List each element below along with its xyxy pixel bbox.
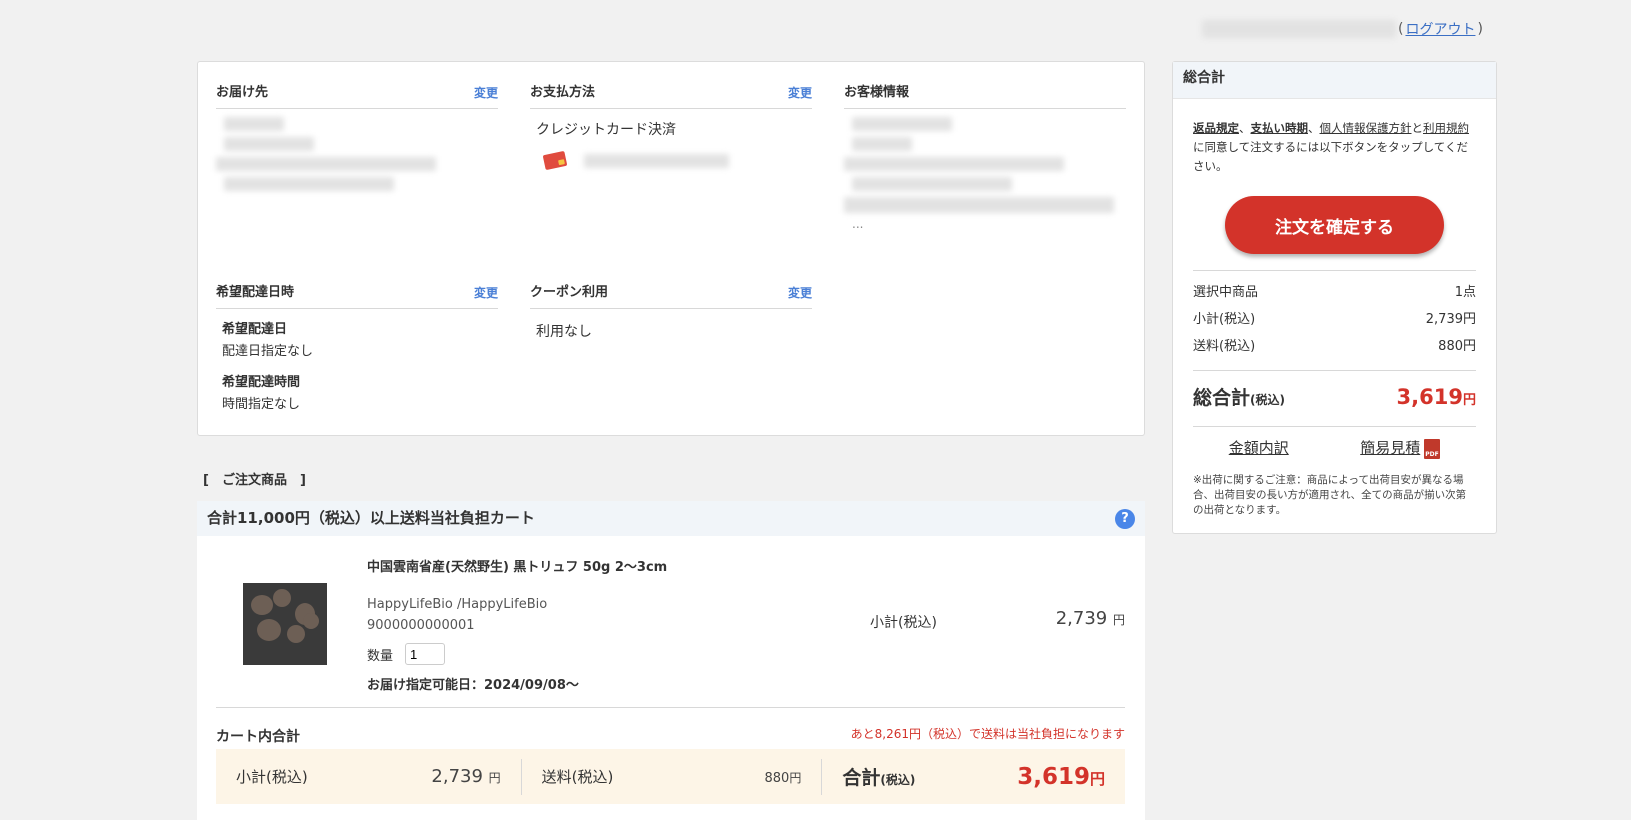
payment-method: クレジットカード決済 xyxy=(536,122,676,138)
product-subtotal-value: 2,739 円 xyxy=(1055,608,1125,629)
cart-shipping-value: 880円 xyxy=(764,771,802,786)
separator: 、 xyxy=(1239,121,1251,135)
cart-grand-total-label: 合計(税込) xyxy=(842,767,916,789)
card-number-redacted xyxy=(584,153,729,168)
delivery-date-value: 配達日指定なし xyxy=(222,344,314,359)
separator: 、 xyxy=(1308,121,1320,135)
privacy-policy-link[interactable]: 個人情報保護方針 xyxy=(1320,121,1412,135)
user-name-redacted xyxy=(1202,20,1396,38)
paren-close: ) xyxy=(1477,21,1483,37)
summary-row-subtotal: 小計(税込) 2,739円 xyxy=(1193,306,1476,333)
change-coupon-link[interactable]: 変更 xyxy=(788,278,812,308)
price-breakdown-link[interactable]: 金額内訳 xyxy=(1229,437,1289,459)
row-value: 2,739円 xyxy=(1425,312,1476,327)
grand-total: 総合計(税込) 3,619円 xyxy=(1193,370,1476,427)
payment-section: お支払方法 変更 クレジットカード決済 xyxy=(530,78,812,178)
delivery-available-date: お届け指定可能日：2024/09/08〜 xyxy=(367,678,579,693)
quantity-input[interactable] xyxy=(405,643,446,665)
row-label: 小計(税込) xyxy=(1193,312,1256,327)
cart-shipping: 送料(税込) 880円 xyxy=(522,766,822,787)
change-delivery-time-link[interactable]: 変更 xyxy=(474,278,498,308)
customer-info-section: お客様情報 ... xyxy=(844,78,1126,239)
payment-timing-link[interactable]: 支払い時期 xyxy=(1251,121,1309,135)
cart-body: 中国雲南省産(天然野生) 黒トリュフ 50g 2〜3cm HappyLifeBi… xyxy=(197,536,1145,820)
quick-estimate-link[interactable]: 簡易見積 xyxy=(1360,437,1441,459)
separator: と xyxy=(1411,121,1424,135)
cart-grand-total-value: 3,619円 xyxy=(1017,764,1106,790)
pdf-icon xyxy=(1424,438,1441,459)
summary-title: 総合計 xyxy=(1173,62,1496,99)
row-value: 1点 xyxy=(1454,285,1476,300)
change-delivery-address-link[interactable]: 変更 xyxy=(474,78,498,108)
agreement-rest: に同意して注文するには以下ボタンをタップしてください。 xyxy=(1193,140,1468,173)
row-label: 送料(税込) xyxy=(1193,339,1256,354)
help-icon[interactable]: ? xyxy=(1115,509,1135,529)
order-info-panel: お届け先 変更 お支払方法 変更 クレジットカード決済 お客様情報 ... 希望… xyxy=(197,61,1145,436)
cart-header: 合計11,000円（税込）以上送料当社負担カート ? xyxy=(197,501,1145,536)
shipping-notice: ※出荷に関するご注意：商品によって出荷目安が異なる場合、出荷目安の長い方が適用さ… xyxy=(1193,473,1467,516)
cart-subtotal: 小計(税込) 2,739 円 xyxy=(216,766,521,787)
address-redacted xyxy=(216,109,498,219)
delivery-time-value: 時間指定なし xyxy=(222,397,301,412)
summary-row-shipping: 送料(税込) 880円 xyxy=(1193,333,1476,360)
grand-total-label: 総合計(税込) xyxy=(1193,387,1285,409)
product-image[interactable] xyxy=(243,583,327,665)
order-summary-panel: 総合計 返品規定、支払い時期、個人情報保護方針と利用規約に同意して注文するには以… xyxy=(1172,61,1497,534)
section-title: お届け先 xyxy=(216,85,269,100)
user-bar: ( ログアウト ) xyxy=(1202,19,1485,39)
coupon-section: クーポン利用 変更 利用なし xyxy=(530,278,812,351)
agreement-text: 返品規定、支払い時期、個人情報保護方針と利用規約に同意して注文するには以下ボタン… xyxy=(1193,119,1476,176)
confirm-order-button[interactable]: 注文を確定する xyxy=(1225,196,1444,254)
summary-rows: 選択中商品 1点 小計(税込) 2,739円 送料(税込) 880円 xyxy=(1193,270,1476,360)
return-policy-link[interactable]: 返品規定 xyxy=(1193,121,1239,135)
free-shipping-message: あと8,261円（税込）で送料は当社負担になります xyxy=(850,727,1125,741)
truncation-ellipsis: ... xyxy=(852,217,864,231)
row-label: 選択中商品 xyxy=(1193,285,1259,300)
product-subtotal-label: 小計(税込) xyxy=(870,615,937,631)
quantity-row: 数量 xyxy=(367,643,446,665)
cart-subtotal-value: 2,739 円 xyxy=(431,766,501,787)
cart-shipping-label: 送料(税込) xyxy=(541,768,614,786)
cart-title: 合計11,000円（税込）以上送料当社負担カート xyxy=(207,509,535,527)
delivery-time-label: 希望配達時間 xyxy=(222,375,301,390)
cart-total-label: カート内合計 xyxy=(216,729,300,745)
quantity-label: 数量 xyxy=(367,648,394,664)
summary-links: 金額内訳 簡易見積 xyxy=(1193,437,1476,459)
delivery-address-section: お届け先 変更 xyxy=(216,78,498,219)
section-title: お客様情報 xyxy=(844,85,910,100)
paren-open: ( xyxy=(1398,21,1404,37)
product-code: 9000000000001 xyxy=(367,618,475,633)
delivery-date-label: 希望配達日 xyxy=(222,322,288,337)
summary-row-items: 選択中商品 1点 xyxy=(1193,279,1476,306)
cart-subtotal-label: 小計(税込) xyxy=(236,768,308,786)
divider xyxy=(216,707,1125,708)
change-payment-link[interactable]: 変更 xyxy=(788,78,812,108)
cart-total-bar: 小計(税込) 2,739 円 送料(税込) 880円 合計(税込) 3,619円 xyxy=(216,749,1125,804)
section-title: 希望配達日時 xyxy=(216,285,295,300)
customer-redacted: ... xyxy=(844,109,1126,239)
section-title: クーポン利用 xyxy=(530,285,609,300)
credit-card-icon xyxy=(542,150,568,171)
coupon-value: 利用なし xyxy=(536,324,592,340)
product-shop: HappyLifeBio /HappyLifeBio xyxy=(367,597,548,612)
logout-link[interactable]: ログアウト xyxy=(1405,19,1475,39)
row-value: 880円 xyxy=(1438,339,1476,354)
grand-total-value: 3,619円 xyxy=(1396,385,1476,409)
section-title: お支払方法 xyxy=(530,85,596,100)
terms-link[interactable]: 利用規約 xyxy=(1423,121,1469,135)
cart-grand-total: 合計(税込) 3,619円 xyxy=(822,763,1125,790)
delivery-time-section: 希望配達日時 変更 希望配達日 配達日指定なし 希望配達時間 時間指定なし xyxy=(216,278,498,426)
product-name[interactable]: 中国雲南省産(天然野生) 黒トリュフ 50g 2〜3cm xyxy=(367,556,667,575)
order-items-label: [ ご注文商品 ] xyxy=(203,473,306,488)
